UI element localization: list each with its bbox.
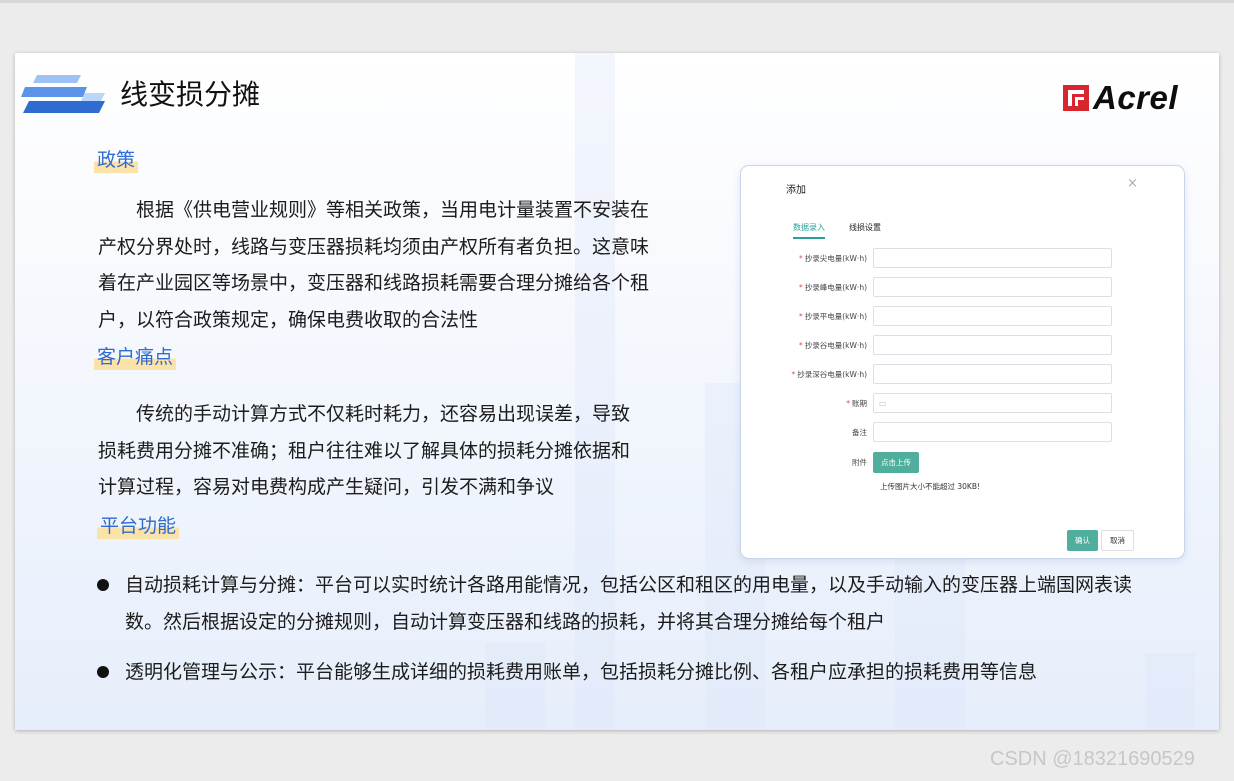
form-row-peak: * 抄录峰电量(kW·h)	[771, 277, 1131, 297]
form-row-peak-sharp: * 抄录尖电量(kW·h)	[771, 248, 1131, 268]
section-heading-policy: 政策	[94, 147, 139, 173]
dialog-tabs: 数据录入 线损设置	[793, 222, 905, 239]
bullet-line: 自动损耗计算与分摊：平台可以实时统计各路用能情况，包括公区和租区的用电量，以及手…	[125, 574, 1133, 596]
field-label: * 抄录平电量(kW·h)	[799, 311, 867, 321]
peak-energy-input[interactable]	[873, 277, 1112, 297]
acrel-logo-icon	[1063, 85, 1089, 111]
form-row-flat: * 抄录平电量(kW·h)	[771, 306, 1131, 326]
form-row-remark: 备注	[771, 422, 1131, 442]
feature-bullet-list: 自动损耗计算与分摊：平台可以实时统计各路用能情况，包括公区和租区的用电量，以及手…	[97, 567, 1197, 705]
add-dialog: 添加 × 数据录入 线损设置 * 抄录尖电量(kW·h) * 抄录峰电量(kW·h)…	[740, 165, 1185, 559]
bullet-dot-icon	[97, 666, 109, 678]
feature-bullet: 自动损耗计算与分摊：平台可以实时统计各路用能情况，包括公区和租区的用电量，以及手…	[97, 567, 1197, 640]
bullet-dot-icon	[97, 579, 109, 591]
form-row-deep-valley: * 抄录深谷电量(kW·h)	[771, 364, 1131, 384]
paragraph-line: 计算过程，容易对电费构成产生疑问，引发不满和争议	[98, 476, 555, 498]
upload-button[interactable]: 点击上传	[873, 451, 919, 473]
valley-energy-input[interactable]	[873, 335, 1112, 355]
field-label: * 抄录峰电量(kW·h)	[799, 282, 867, 292]
form-row-valley: * 抄录谷电量(kW·h)	[771, 335, 1131, 355]
feature-bullet: 透明化管理与公示：平台能够生成详细的损耗费用账单，包括损耗分摊比例、各租户应承担…	[97, 654, 1197, 691]
field-label: 备注	[852, 427, 867, 437]
field-label: * 抄录尖电量(kW·h)	[799, 253, 867, 263]
field-label: 附件	[852, 457, 867, 467]
field-label: * 账期	[846, 398, 867, 408]
tab-line-loss-settings[interactable]: 线损设置	[849, 222, 881, 239]
page-title: 线变损分摊	[120, 78, 261, 111]
flat-energy-input[interactable]	[873, 306, 1112, 326]
pain-points-paragraph: 传统的手动计算方式不仅耗时耗力，还容易出现误差，导致 损耗费用分摊不准确；租户往…	[98, 396, 698, 506]
logo-text: Acrel	[1093, 79, 1179, 116]
section-heading-pain-points: 客户痛点	[94, 344, 177, 370]
dialog-title: 添加	[786, 185, 806, 196]
tab-data-entry[interactable]: 数据录入	[793, 222, 825, 239]
calendar-icon: ▭	[879, 398, 887, 408]
section-heading-platform: 平台功能	[97, 513, 180, 539]
cancel-button[interactable]: 取消	[1101, 530, 1134, 551]
paragraph-line: 户，以符合政策规定，确保电费收取的合法性	[98, 308, 479, 331]
deep-valley-energy-input[interactable]	[873, 364, 1112, 384]
form-row-attachment: 附件 点击上传	[771, 451, 1131, 473]
field-label: * 抄录谷电量(kW·h)	[799, 340, 867, 350]
slide: 线变损分摊 Acrel 政策 根据《供电营业规则》等相关政策，当用电计量装置不安…	[15, 53, 1219, 730]
paragraph-line: 着在产业园区等场景中，变压器和线路损耗需要合理分摊给各个租	[98, 272, 650, 294]
bullet-line: 透明化管理与公示：平台能够生成详细的损耗费用账单，包括损耗分摊比例、各租户应承担…	[125, 661, 1038, 683]
billing-period-date-picker[interactable]: ▭	[873, 393, 1112, 413]
form-row-billing-period: * 账期 ▭	[771, 393, 1131, 413]
paragraph-line: 产权分界处时，线路与变压器损耗均须由产权所有者负担。这意味	[98, 235, 650, 258]
close-icon[interactable]: ×	[1127, 176, 1138, 191]
sharp-energy-input[interactable]	[873, 248, 1112, 268]
policy-paragraph: 根据《供电营业规则》等相关政策，当用电计量装置不安装在 产权分界处时，线路与变压…	[98, 192, 698, 338]
title-decoration-icon	[21, 75, 105, 113]
browser-top-strip	[0, 0, 1234, 3]
field-label: * 抄录深谷电量(kW·h)	[791, 369, 868, 379]
csdn-watermark: CSDN @18321690529	[990, 748, 1195, 770]
bullet-line: 数。然后根据设定的分摊规则，自动计算变压器和线路的损耗，并将其合理分摊给每个租户	[125, 610, 886, 633]
paragraph-line: 传统的手动计算方式不仅耗时耗力，还容易出现误差，导致	[136, 403, 631, 425]
paragraph-line: 损耗费用分摊不准确；租户往往难以了解具体的损耗分摊依据和	[98, 439, 631, 462]
upload-tip: 上传图片大小不能超过 30KB!	[880, 482, 980, 491]
paragraph-line: 根据《供电营业规则》等相关政策，当用电计量装置不安装在	[136, 199, 650, 221]
brand-logo: Acrel	[1063, 79, 1178, 117]
confirm-button[interactable]: 确认	[1067, 530, 1098, 551]
remark-input[interactable]	[873, 422, 1112, 442]
